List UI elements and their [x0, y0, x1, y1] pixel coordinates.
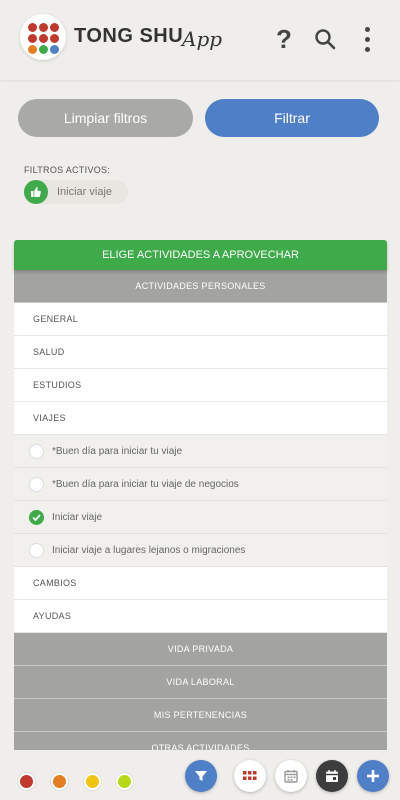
apply-filter-button[interactable]: Filtrar	[205, 99, 379, 137]
logo-dot	[28, 45, 37, 54]
logo-dot	[28, 34, 37, 43]
help-icon[interactable]: ?	[272, 22, 296, 56]
plus-icon[interactable]	[357, 760, 389, 792]
color-dot-lime[interactable]	[116, 773, 133, 790]
logo-dot	[28, 23, 37, 32]
more-vertical-icon[interactable]	[356, 22, 378, 56]
app-logo	[20, 14, 66, 60]
chip-label: Iniciar viaje	[57, 186, 113, 198]
travel-option[interactable]: Iniciar viaje a lugares lejanos o migrac…	[14, 534, 387, 567]
travel-option[interactable]: *Buen día para iniciar tu viaje de negoc…	[14, 468, 387, 501]
section-work-life[interactable]: VIDA LABORAL	[14, 666, 387, 699]
travel-option[interactable]: *Buen día para iniciar tu viaje	[14, 435, 387, 468]
section-personal-activities[interactable]: ACTIVIDADES PERSONALES	[14, 270, 387, 303]
travel-option[interactable]: Iniciar viaje	[14, 501, 387, 534]
active-filter-chip[interactable]: Iniciar viaje	[24, 180, 128, 204]
radio-button[interactable]	[29, 443, 44, 459]
search-icon[interactable]	[312, 22, 338, 56]
logo-dot	[39, 34, 48, 43]
radio-button[interactable]	[29, 476, 44, 492]
radio-button[interactable]	[29, 542, 44, 558]
check-icon[interactable]	[29, 509, 44, 525]
logo-dot	[39, 45, 48, 54]
section-private-life[interactable]: VIDA PRIVADA	[14, 633, 387, 666]
calendar-icon[interactable]	[275, 760, 307, 792]
filter-icon[interactable]	[185, 760, 217, 792]
color-dot-yellow[interactable]	[84, 773, 101, 790]
grid-icon[interactable]	[234, 760, 266, 792]
logo-dot	[50, 34, 59, 43]
activity-list: ELIGE ACTIVIDADES A APROVECHAR ACTIVIDAD…	[14, 240, 387, 765]
category-viajes[interactable]: VIAJES	[14, 402, 387, 435]
calendar-today-icon[interactable]	[316, 760, 348, 792]
section-belongings[interactable]: MIS PERTENENCIAS	[14, 699, 387, 732]
category-estudios[interactable]: ESTUDIOS	[14, 369, 387, 402]
option-label: Iniciar viaje a lugares lejanos o migrac…	[52, 544, 246, 556]
category-cambios[interactable]: CAMBIOS	[14, 567, 387, 600]
choose-activities-banner: ELIGE ACTIVIDADES A APROVECHAR	[14, 240, 387, 270]
category-ayudas[interactable]: AYUDAS	[14, 600, 387, 633]
app-header: TONG SHU App ?	[0, 0, 400, 80]
category-general[interactable]: GENERAL	[14, 303, 387, 336]
option-label: *Buen día para iniciar tu viaje de negoc…	[52, 478, 239, 490]
logo-dot	[50, 45, 59, 54]
clear-filters-button[interactable]: Limpiar filtros	[18, 99, 193, 137]
option-label: *Buen día para iniciar tu viaje	[52, 445, 183, 457]
thumbs-up-icon	[24, 180, 48, 204]
brand-name: TONG SHU	[74, 25, 184, 47]
color-dot-red[interactable]	[18, 773, 35, 790]
active-filters-label: FILTROS ACTIVOS:	[24, 165, 111, 175]
color-dot-orange[interactable]	[51, 773, 68, 790]
option-label: Iniciar viaje	[52, 511, 103, 523]
logo-dot	[39, 23, 48, 32]
brand-suffix: App	[182, 27, 223, 51]
logo-dot	[50, 23, 59, 32]
category-salud[interactable]: SALUD	[14, 336, 387, 369]
